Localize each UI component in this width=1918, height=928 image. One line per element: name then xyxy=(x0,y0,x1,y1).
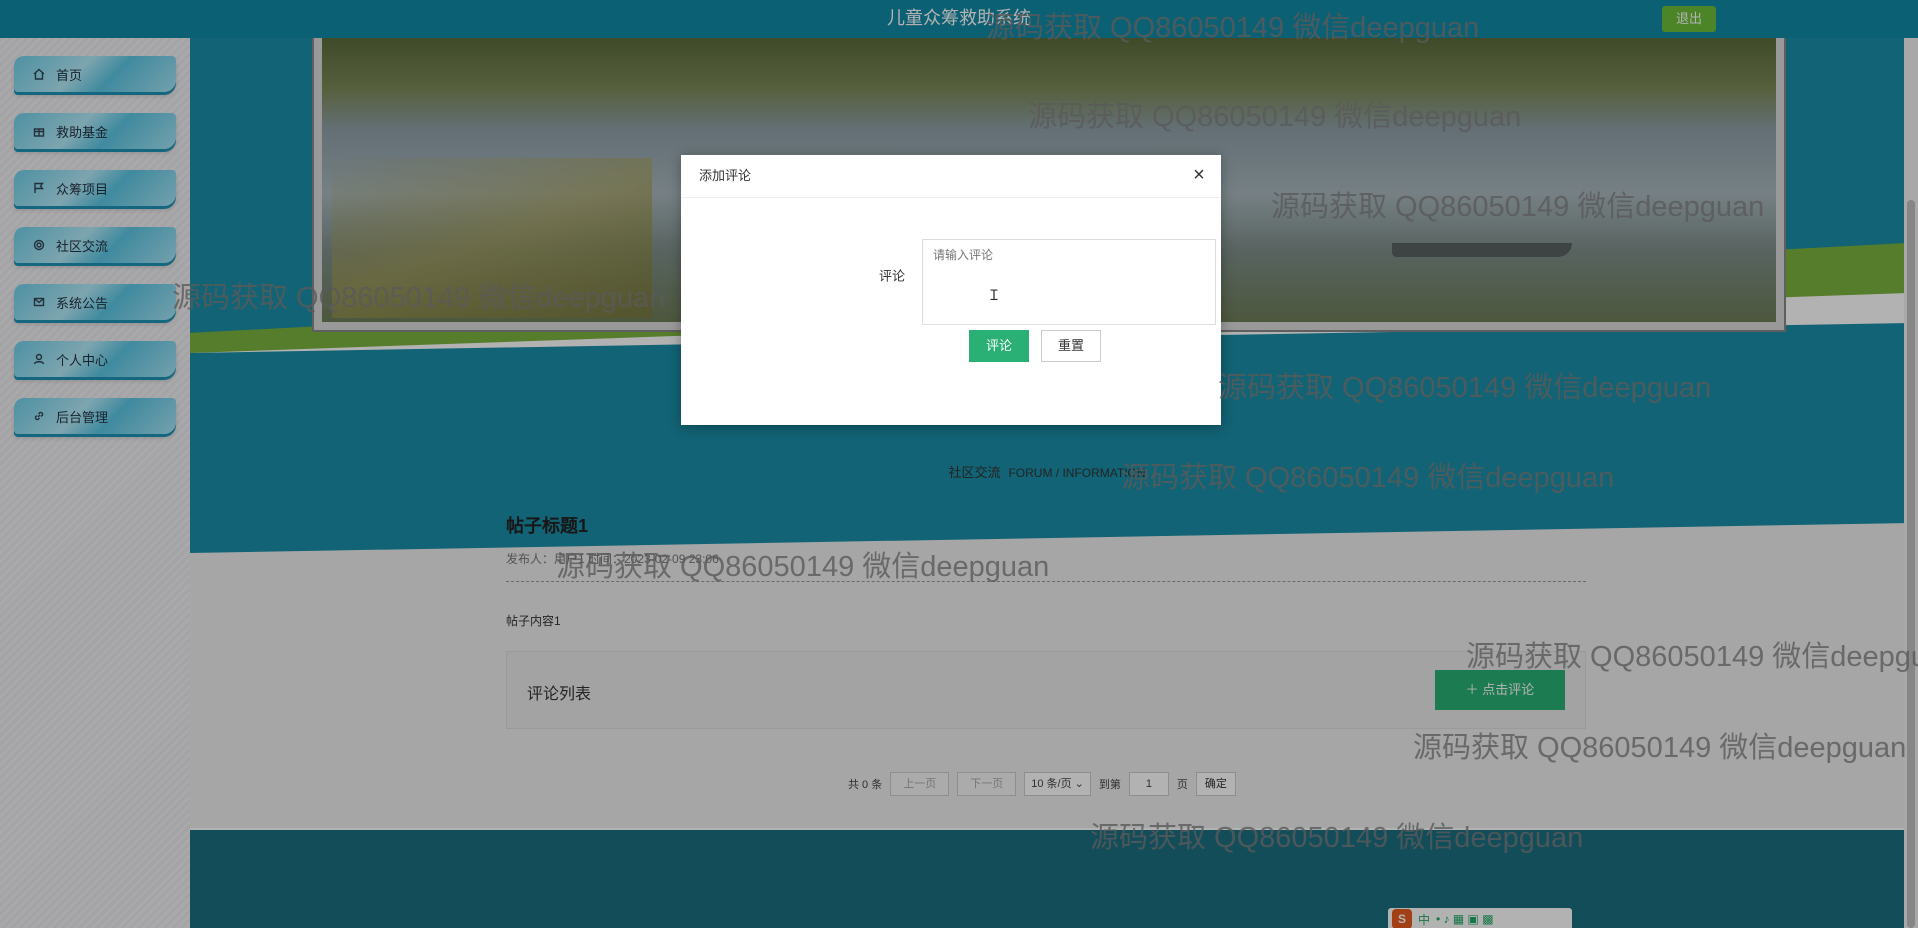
dialog-title: 添加评论 xyxy=(699,168,752,183)
add-comment-dialog: 添加评论 × 评论 Ｉ 评论 重置 xyxy=(681,155,1221,425)
comment-field-label: 评论 xyxy=(879,268,906,284)
modal-overlay[interactable] xyxy=(0,0,1918,928)
dialog-header: 添加评论 × xyxy=(681,155,1221,198)
text-cursor-icon: Ｉ xyxy=(987,287,1001,303)
submit-comment-button[interactable]: 评论 xyxy=(969,330,1029,362)
reset-button[interactable]: 重置 xyxy=(1041,330,1101,362)
close-icon[interactable]: × xyxy=(1189,165,1209,185)
comment-textarea[interactable] xyxy=(922,239,1216,325)
